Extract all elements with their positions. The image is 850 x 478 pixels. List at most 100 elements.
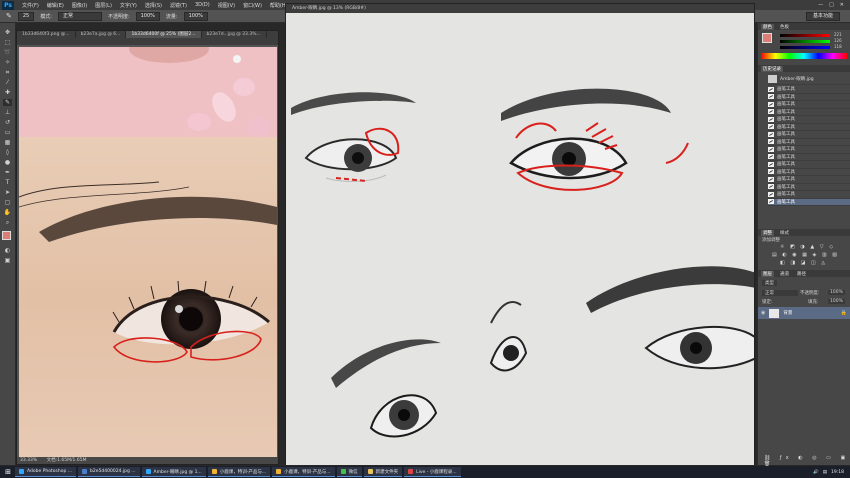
history-item[interactable]: 画笔工具: [768, 131, 850, 139]
color-spectrum-bar[interactable]: [761, 53, 847, 59]
red-slider[interactable]: [780, 34, 830, 37]
move-icon[interactable]: ✥: [3, 29, 12, 36]
tab-color[interactable]: 颜色: [761, 23, 774, 30]
green-value[interactable]: 126: [834, 38, 842, 43]
history-item[interactable]: 画笔工具: [768, 169, 850, 176]
panel-foreground-swatch[interactable]: [762, 33, 772, 43]
eyedropper-icon[interactable]: ⁄: [3, 79, 12, 86]
history-item[interactable]: 画笔工具: [768, 86, 850, 94]
taskbar-item[interactable]: Adobe Photoshop ...: [15, 467, 77, 477]
history-item[interactable]: 画笔工具: [768, 161, 850, 169]
history-item[interactable]: 画笔工具: [768, 146, 850, 154]
tab-styles[interactable]: 样式: [778, 230, 791, 236]
sketch-canvas[interactable]: [286, 13, 754, 465]
green-slider[interactable]: [780, 40, 830, 43]
close-button[interactable]: ✕: [840, 2, 844, 8]
taskbar-item[interactable]: 小鹿课，特训-产品与...: [272, 467, 335, 477]
history-snapshot[interactable]: Amber-眼睛.jpg: [768, 74, 850, 85]
zoom-level[interactable]: 33.33%: [20, 458, 37, 463]
crop-icon[interactable]: ⌗: [3, 69, 12, 76]
tab-doc-3[interactable]: 1b33d6400f @ 25% (图层2...: [126, 31, 202, 38]
taskbar-item[interactable]: 微信: [336, 467, 362, 477]
menu-filter[interactable]: 滤镜(T): [166, 2, 191, 9]
layer-row-background[interactable]: ◉ 背景 🔒: [758, 307, 850, 319]
flow-field[interactable]: 100%: [183, 11, 208, 21]
menu-3d[interactable]: 3D(D): [191, 2, 214, 8]
adjustment-icons-row-1[interactable]: ☼ ◩ ◑ ▲ ▽ ◇: [780, 244, 835, 250]
history-item[interactable]: 画笔工具: [768, 154, 850, 161]
path-select-icon[interactable]: ➤: [3, 189, 12, 196]
tab-paths[interactable]: 路径: [795, 271, 808, 277]
history-item[interactable]: 画笔工具: [768, 116, 850, 124]
brush-tool-icon[interactable]: ✎: [6, 12, 12, 20]
adjustment-icons-row-3[interactable]: ◧ ◨ ◪ ◫ ◬: [780, 260, 827, 266]
history-item[interactable]: 画笔工具: [768, 94, 850, 101]
history-item[interactable]: 画笔工具: [768, 191, 850, 199]
menu-view[interactable]: 视图(V): [214, 2, 239, 9]
taskbar-item[interactable]: 小鹿课，特训-产品与...: [207, 467, 271, 477]
menu-file[interactable]: 文件(F): [18, 2, 43, 9]
tab-doc-1[interactable]: 1b33d640f3.png @...: [17, 31, 76, 38]
volume-icon[interactable]: 🔊: [813, 470, 819, 475]
hand-icon[interactable]: ✋: [3, 209, 12, 216]
blend-mode-select[interactable]: 正常: [762, 290, 798, 296]
reference-photo-canvas[interactable]: [19, 47, 277, 457]
menu-layer[interactable]: 图层(L): [91, 2, 116, 9]
menu-type[interactable]: 文字(Y): [116, 2, 141, 9]
gradient-icon[interactable]: ▦: [3, 139, 12, 146]
adjustment-icons-row-2[interactable]: ▤ ◐ ◉ ▦ ◈ ▥ ▧: [772, 252, 839, 258]
tab-swatches[interactable]: 色板: [778, 24, 791, 30]
fill-field[interactable]: 100%: [828, 299, 845, 304]
lasso-icon[interactable]: ➰: [3, 49, 12, 56]
blue-slider[interactable]: [780, 46, 830, 49]
dodge-icon[interactable]: ●: [3, 159, 12, 166]
red-value[interactable]: 221: [834, 32, 842, 37]
type-icon[interactable]: T: [3, 179, 12, 186]
quick-mask-icon[interactable]: ◐: [3, 247, 12, 254]
history-item[interactable]: 画笔工具: [768, 124, 850, 131]
taskbar-item[interactable]: 新建文件夹: [363, 467, 403, 477]
tab-adjustments[interactable]: 调整: [761, 229, 774, 236]
menu-select[interactable]: 选择(S): [141, 2, 166, 9]
tab-channels[interactable]: 通道: [778, 271, 791, 277]
menu-image[interactable]: 图像(I): [68, 2, 91, 9]
menu-edit[interactable]: 编辑(E): [43, 2, 68, 9]
brush-size-picker[interactable]: 25: [17, 11, 35, 21]
eraser-icon[interactable]: ▭: [3, 129, 12, 136]
maximize-button[interactable]: □: [829, 2, 834, 8]
menu-window[interactable]: 窗口(W): [239, 2, 266, 9]
foreground-color-swatch[interactable]: [2, 231, 11, 240]
shape-icon[interactable]: ▢: [3, 199, 12, 206]
history-item-current[interactable]: 画笔工具: [768, 198, 850, 206]
tab-doc-4[interactable]: b23e7d...jpg @ 33.3%...: [202, 31, 267, 38]
history-item[interactable]: 画笔工具: [768, 101, 850, 109]
layer-opacity-field[interactable]: 100%: [828, 290, 845, 295]
marquee-icon[interactable]: ⬚: [3, 39, 12, 46]
history-brush-icon[interactable]: ↺: [3, 119, 12, 126]
tab-history[interactable]: 历史记录: [761, 65, 783, 72]
mode-select[interactable]: 正常: [57, 11, 102, 21]
taskbar-item[interactable]: b2e5d400024.jpg ...: [78, 467, 140, 477]
pen-icon[interactable]: ✒: [3, 169, 12, 176]
workspace-switcher[interactable]: 基本功能: [805, 11, 840, 21]
minimize-button[interactable]: —: [818, 2, 823, 8]
clock[interactable]: 19:18: [831, 470, 844, 475]
history-item[interactable]: 画笔工具: [768, 109, 850, 116]
healing-icon[interactable]: ✚: [3, 89, 12, 96]
layer-filter-select[interactable]: 类型: [762, 280, 777, 286]
tab-layers[interactable]: 图层: [761, 270, 774, 277]
zoom-icon[interactable]: ⌕: [3, 219, 12, 226]
history-item[interactable]: 画笔工具: [768, 139, 850, 146]
screen-mode-icon[interactable]: ▣: [3, 257, 12, 264]
clone-stamp-icon[interactable]: ⊥: [3, 109, 12, 116]
quick-select-icon[interactable]: ✧: [3, 59, 12, 66]
windows-start-icon[interactable]: ⊞: [3, 467, 13, 477]
brush-icon[interactable]: ✎: [3, 99, 12, 106]
blue-value[interactable]: 118: [834, 44, 842, 49]
visibility-eye-icon[interactable]: ◉: [761, 310, 765, 316]
opacity-field[interactable]: 100%: [135, 11, 160, 21]
network-icon[interactable]: ▤: [823, 470, 827, 475]
history-item[interactable]: 画笔工具: [768, 176, 850, 184]
history-item[interactable]: 画笔工具: [768, 184, 850, 191]
tab-doc-2[interactable]: b23e7a.jpg @ 6...: [76, 31, 127, 38]
